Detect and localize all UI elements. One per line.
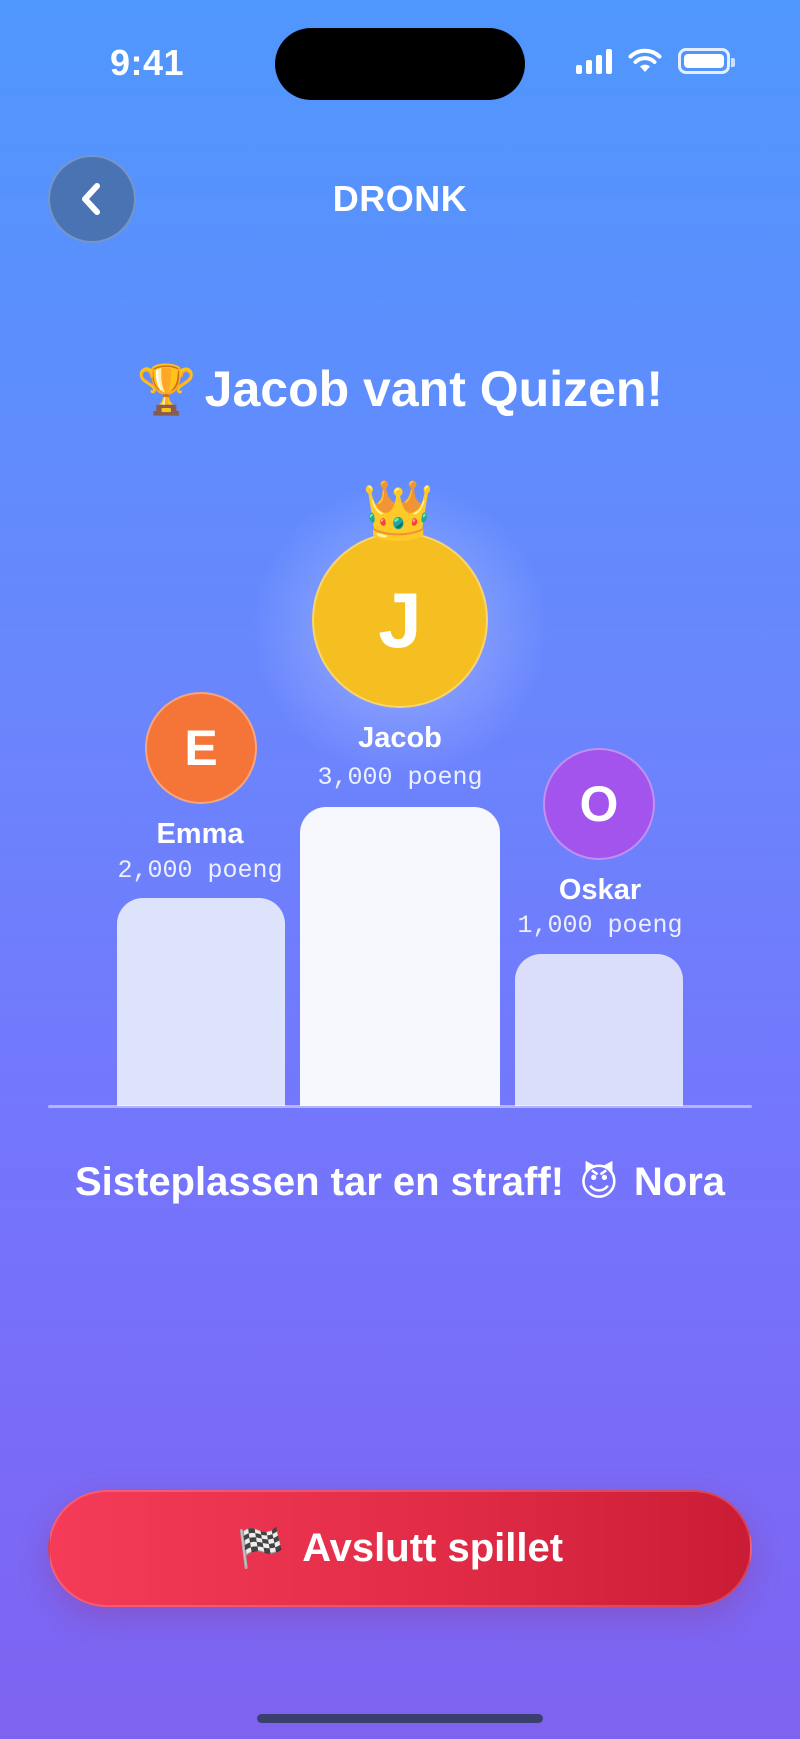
end-game-button[interactable]: 🏁 Avslutt spillet (48, 1490, 752, 1607)
devil-icon: 😈 (579, 1162, 619, 1204)
podium-block-third (515, 954, 683, 1106)
wifi-icon (628, 48, 662, 72)
penalty-message: Sisteplassen tar en straff! 😈 Nora (0, 1160, 800, 1205)
status-time: 9:41 (110, 42, 185, 83)
home-indicator[interactable] (257, 1714, 543, 1723)
status-bar: 9:41 (0, 0, 800, 130)
podium-block-first (300, 807, 500, 1106)
third-place-points: 1,000 poeng (517, 911, 683, 940)
second-place-points: 2,000 poeng (117, 856, 283, 885)
cellular-signal-icon (576, 48, 612, 74)
first-place-points: 3,000 poeng (317, 763, 483, 792)
second-place-name: Emma (156, 818, 244, 850)
winner-text: Jacob vant Quizen! (204, 361, 664, 417)
winner-heading: 🏆 Jacob vant Quizen! (0, 360, 800, 418)
avatar-first-place: J (312, 532, 488, 708)
status-icons (576, 48, 735, 74)
third-place-name: Oskar (558, 874, 642, 906)
penalty-player-name: Nora (633, 1160, 726, 1204)
checkered-flag-icon: 🏁 (236, 1527, 285, 1570)
crown-icon: 👑 (362, 478, 435, 543)
trophy-icon: 🏆 (136, 364, 197, 417)
podium-block-second (117, 898, 285, 1106)
avatar-second-place: E (145, 692, 257, 804)
podium-baseline (48, 1105, 752, 1108)
battery-icon (678, 48, 735, 74)
avatar-third-place: O (543, 748, 655, 860)
app-title: DRONK (332, 178, 468, 219)
end-game-label: Avslutt spillet (302, 1526, 564, 1570)
first-place-name: Jacob (358, 722, 442, 754)
penalty-text: Sisteplassen tar en straff! (74, 1160, 565, 1204)
dynamic-island (275, 28, 525, 100)
